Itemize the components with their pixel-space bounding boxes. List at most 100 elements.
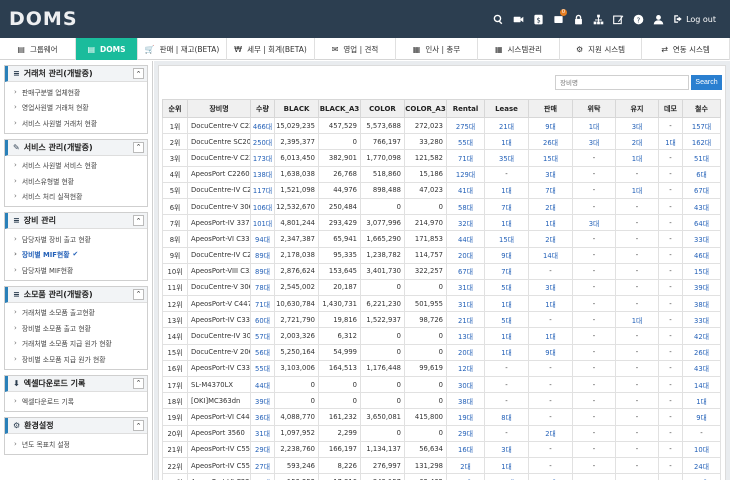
table-row[interactable]: 15위DocuCentre-V 206056대5,250,16454,99900… [162, 343, 721, 361]
table-cell[interactable]: 30대 [446, 375, 485, 394]
table-cell[interactable]: 13대 [484, 473, 529, 480]
table-cell[interactable]: 31대 [446, 295, 485, 313]
column-header[interactable]: 장비명 [187, 99, 251, 118]
table-cell[interactable]: 44대 [250, 375, 275, 394]
table-cell[interactable]: 1대 [484, 133, 529, 151]
table-cell[interactable]: 57대 [250, 327, 275, 345]
table-cell[interactable]: 1대 [484, 343, 529, 361]
table-cell[interactable]: 173대 [250, 149, 275, 167]
table-row[interactable]: 1위DocuCentre-V C2265466대15,029,235457,52… [162, 116, 721, 135]
table-cell[interactable]: 1대 [615, 181, 659, 199]
table-cell[interactable]: 9대 [682, 408, 721, 426]
column-header[interactable]: COLOR_A3 [404, 99, 447, 118]
column-header[interactable]: 판매 [528, 99, 573, 118]
collapse-toggle-icon[interactable]: ⌃ [133, 141, 144, 153]
table-cell[interactable]: 7대 [484, 197, 529, 216]
table-cell[interactable]: 38대 [446, 392, 485, 410]
table-row[interactable]: 17위 SL-M4370LX 44대 0 0 0 0 30대 - - - - -14대 [162, 375, 721, 394]
sidebar-item[interactable]: › 서비스 사원별 서비스 현황 [5, 158, 147, 174]
table-cell[interactable]: 36대 [250, 408, 275, 426]
table-cell[interactable]: 10대 [682, 440, 721, 458]
table-cell[interactable]: 1대 [528, 473, 573, 480]
table-cell[interactable]: 6대 [682, 165, 721, 183]
column-header[interactable]: Rental [446, 99, 485, 118]
table-cell[interactable]: 13대 [446, 327, 485, 345]
table-cell[interactable]: 51대 [682, 149, 721, 167]
user-icon[interactable] [650, 11, 667, 28]
table-cell[interactable]: 27대 [250, 456, 275, 475]
table-cell[interactable]: 31대 [446, 278, 485, 297]
table-cell[interactable]: 38대 [682, 295, 721, 313]
table-cell[interactable]: 106대 [250, 197, 275, 216]
table-cell[interactable]: 20대 [446, 246, 485, 264]
table-cell[interactable]: 1대 [682, 392, 721, 410]
table-cell[interactable]: 20대 [446, 343, 485, 361]
table-cell[interactable]: 2대 [528, 424, 573, 442]
table-cell[interactable]: 89대 [250, 246, 275, 264]
table-cell[interactable]: 9대 [528, 116, 573, 135]
table-cell[interactable]: 56대 [250, 343, 275, 361]
table-row[interactable]: 21위ApeosPort-IV C557129대2,238,760166,197… [162, 440, 721, 458]
table-cell[interactable]: 1대 [528, 295, 573, 313]
sidebar-item[interactable]: › 장비별 MIF현황 ✔ [5, 247, 147, 263]
table-cell[interactable]: 64대 [682, 214, 721, 232]
table-row[interactable]: 9위DocuCentre-IV C22...89대2,178,03895,335… [162, 246, 721, 264]
menu-item-6[interactable]: ▦ 시스템관리 [478, 38, 560, 60]
menu-item-8[interactable]: ⇄ 연동 시스템 [642, 38, 730, 60]
table-cell[interactable]: 1대 [615, 149, 659, 167]
menu-item-3[interactable]: ₩ 세무 | 회계(BETA) [227, 38, 315, 60]
menu-item-7[interactable]: ⚙ 지원 시스템 [560, 38, 642, 60]
table-cell[interactable]: 3대 [446, 473, 485, 480]
table-cell[interactable]: 58대 [446, 197, 485, 216]
table-cell[interactable]: 44대 [446, 230, 485, 248]
table-cell[interactable]: 162대 [682, 133, 721, 151]
table-cell[interactable]: 43대 [682, 359, 721, 378]
table-cell[interactable]: 3대 [528, 278, 573, 297]
table-cell[interactable]: 1대 [528, 214, 573, 232]
table-row[interactable]: 18위 [OKI]MC363dn 39대 0 0 0 0 38대 - - - - -1대 [162, 392, 721, 410]
menu-item-1[interactable]: ▤ DOMS [76, 38, 138, 60]
sidebar-item[interactable]: › 장비별 소모품 출고 현황 [5, 320, 147, 336]
table-cell[interactable]: 15대 [484, 230, 529, 248]
table-cell[interactable]: 19대 [446, 408, 485, 426]
lock-icon[interactable] [570, 11, 587, 28]
table-cell[interactable]: 1대 [484, 295, 529, 313]
table-cell[interactable]: 39대 [250, 392, 275, 410]
table-cell[interactable]: 55대 [446, 133, 485, 151]
video-icon[interactable] [510, 11, 527, 28]
sidebar-item[interactable]: › 엑셀다운로드 기록 [5, 394, 147, 410]
table-cell[interactable]: 101대 [250, 214, 275, 232]
sidebar-item[interactable]: › 담당자별 MIF현황 [5, 262, 147, 278]
table-cell[interactable]: 15대 [528, 149, 573, 167]
table-cell[interactable]: 67대 [682, 181, 721, 199]
table-cell[interactable]: 7대 [528, 181, 573, 199]
table-cell[interactable]: 1대 [484, 327, 529, 345]
table-row[interactable]: 13위ApeosPort-IV C337560대2,721,79019,8161… [162, 311, 721, 329]
table-cell[interactable]: 33대 [682, 230, 721, 248]
table-cell[interactable]: 8대 [484, 408, 529, 426]
sidebar-item[interactable]: › 영업사원별 거래처 현황 [5, 100, 147, 116]
table-cell[interactable]: 2대 [528, 197, 573, 216]
collapse-toggle-icon[interactable]: ⌃ [133, 215, 144, 226]
help-icon[interactable]: ? [630, 11, 647, 28]
table-row[interactable]: 11위DocuCentre-V 306078대2,545,00220,18700… [162, 278, 721, 297]
table-cell[interactable]: 39대 [682, 278, 721, 297]
table-row[interactable]: 10위ApeosPort-VIII C337389대2,876,624153,6… [162, 262, 721, 280]
column-header[interactable]: COLOR [360, 99, 405, 118]
table-cell[interactable]: 24대 [682, 456, 721, 475]
table-cell[interactable]: 2대 [615, 133, 659, 151]
table-cell[interactable]: 41대 [446, 181, 485, 199]
column-header[interactable]: 유지 [615, 99, 659, 118]
notification-icon[interactable]: 0 [550, 8, 568, 28]
table-cell[interactable]: 1대 [572, 116, 616, 135]
table-row[interactable]: 22위ApeosPort-IV C557027대593,2468,226276,… [162, 456, 721, 475]
table-cell[interactable]: 16대 [446, 440, 485, 458]
sidebar-section-header[interactable]: ≡ 거래처 관리(개발중) ⌃ [5, 66, 147, 82]
column-header[interactable]: 순위 [162, 99, 188, 118]
table-cell[interactable]: 1대 [658, 133, 683, 151]
dollar-icon[interactable]: $ [530, 11, 547, 28]
sidebar-section-header[interactable]: ≡ 소모품 관리(개발중) ⌃ [5, 286, 147, 303]
column-header[interactable]: Lease [484, 99, 529, 118]
collapse-toggle-icon[interactable]: ⌃ [133, 420, 144, 431]
table-cell[interactable]: 43대 [682, 197, 721, 216]
